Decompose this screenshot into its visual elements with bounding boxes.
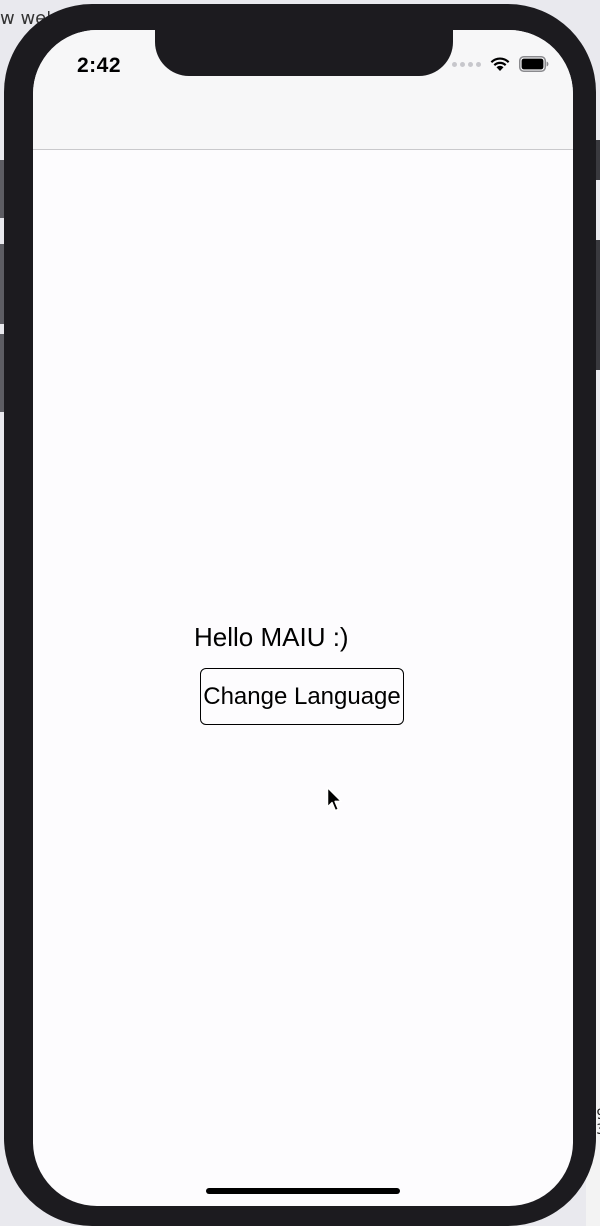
device-notch (155, 30, 453, 76)
status-indicators (452, 56, 549, 72)
home-indicator[interactable] (206, 1188, 400, 1194)
phone-device-frame: 2:42 Hello MAIU :) Change Language (4, 4, 596, 1226)
cellular-signal-icon (452, 61, 481, 67)
mouse-cursor-icon (326, 786, 343, 812)
phone-screen: 2:42 Hello MAIU :) Change Language (33, 30, 573, 1206)
status-time: 2:42 (77, 54, 122, 77)
wifi-icon (490, 57, 510, 71)
battery-icon (519, 56, 549, 72)
desktop-background: w we' i 7 7 7 7 i i 9 9 9 4 c 29 5351 2:… (0, 0, 600, 1226)
change-language-button[interactable]: Change Language (200, 668, 404, 725)
greeting-label: Hello MAIU :) (194, 622, 349, 652)
